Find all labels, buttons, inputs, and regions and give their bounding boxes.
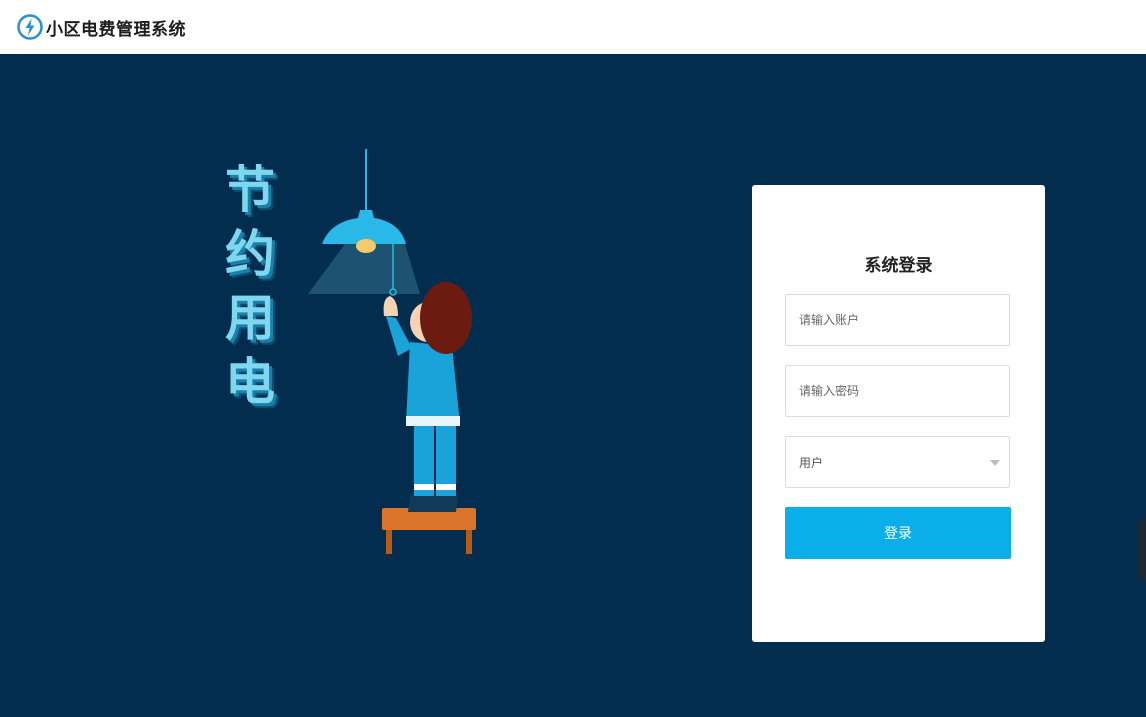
slogan: 节 约 用 电 — [220, 158, 280, 414]
app-title: 小区电费管理系统 — [46, 19, 186, 40]
role-select-value: 用户 — [799, 456, 824, 470]
stool-leg — [386, 530, 392, 554]
password-input[interactable] — [786, 366, 1009, 416]
login-title: 系统登录 — [864, 256, 933, 276]
sock — [436, 484, 456, 490]
password-field[interactable] — [785, 365, 1010, 417]
top-bar: 小区电费管理系统 — [0, 0, 1146, 54]
stool-leg — [466, 530, 472, 554]
shoe — [408, 496, 434, 512]
sock — [414, 484, 434, 490]
torso — [406, 342, 460, 424]
slogan-char: 用 — [225, 289, 275, 347]
waistband — [406, 416, 460, 426]
slogan-char: 约 — [225, 225, 275, 283]
lightning-icon — [17, 14, 43, 40]
bulb — [356, 239, 376, 253]
account-input[interactable] — [786, 295, 1009, 345]
shoe — [430, 496, 458, 512]
lamp-shade — [322, 210, 406, 244]
slogan-char: 电 — [225, 353, 275, 411]
account-field[interactable] — [785, 294, 1010, 346]
role-select[interactable]: 用户 — [785, 436, 1010, 488]
lamp-illustration — [308, 149, 476, 554]
login-button[interactable]: 登录 — [785, 507, 1011, 559]
chevron-down-icon — [990, 460, 1000, 466]
slogan-char: 节 — [225, 161, 275, 219]
arm — [386, 316, 412, 356]
side-widget-handle[interactable] — [1138, 519, 1146, 581]
login-card: 系统登录 用户 登录 — [752, 185, 1045, 642]
hair — [420, 282, 472, 354]
hand — [383, 296, 398, 316]
